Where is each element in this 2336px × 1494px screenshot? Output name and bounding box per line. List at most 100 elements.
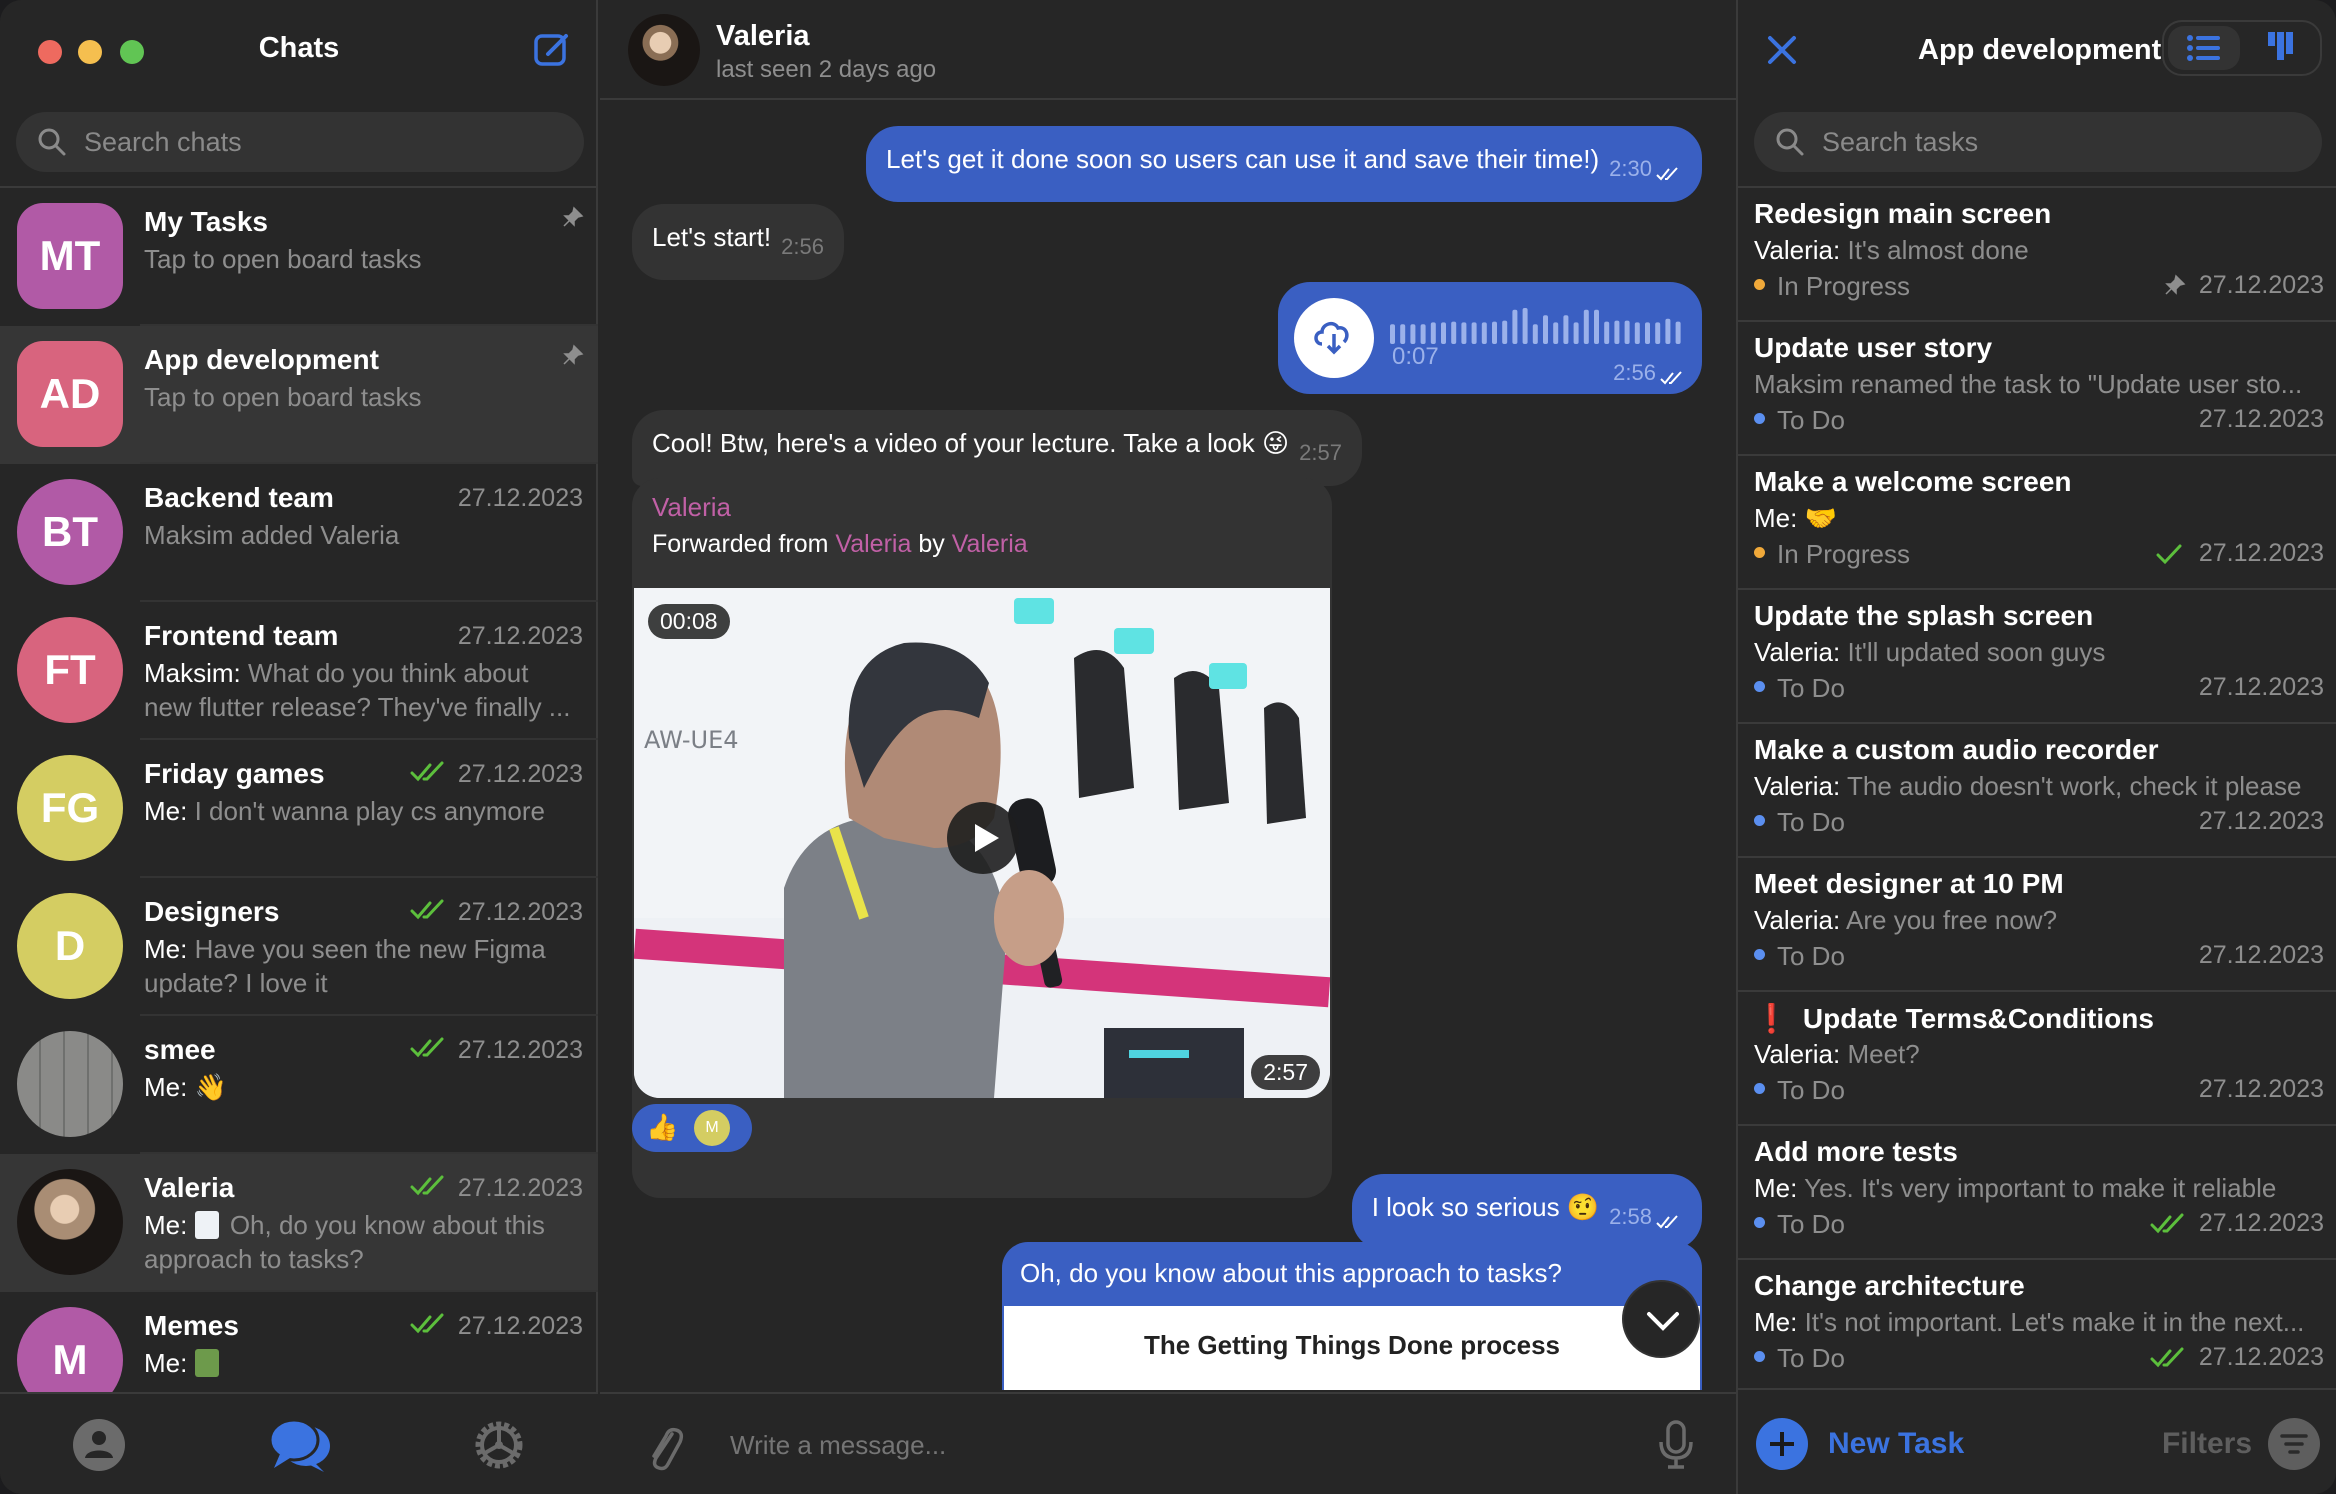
waveform-bar [1481,322,1487,344]
task-title-text: Update the splash screen [1754,600,2094,631]
message-outgoing[interactable]: Let's get it done soon so users can use … [866,126,1702,202]
task-message-sender: Valeria: [1754,905,1841,935]
plus-icon [1756,1418,1808,1470]
task-item[interactable]: Redesign main screen Valeria: It's almos… [1738,188,2336,322]
preview-sender: Me: [144,934,188,964]
chat-list-item[interactable]: D Designers 27.12.2023 Me: Have you seen… [0,878,598,1016]
reaction-user-avatar: M [694,1110,730,1146]
message-sender[interactable]: Valeria [652,492,731,523]
chat-list-item[interactable]: Valeria 27.12.2023 Me: Oh, do you know a… [0,1154,598,1292]
contacts-tab-icon[interactable] [70,1416,128,1474]
double-check-icon [1660,371,1682,385]
task-message-sender: Me: [1754,503,1798,533]
search-tasks-input[interactable]: Search tasks [1754,112,2322,172]
chat-list-item[interactable]: BT Backend team 27.12.2023 Maksim added … [0,464,598,602]
waveform-bar [1522,308,1528,344]
search-tasks-placeholder: Search tasks [1822,127,1979,157]
message-outgoing[interactable]: I look so serious 🤨 2:58 [1351,1174,1702,1250]
waveform-bar [1451,321,1457,344]
message-input[interactable] [730,1422,1590,1468]
list-view-button[interactable] [2168,26,2240,70]
filters-button[interactable]: Filters [2162,1418,2320,1470]
message-time: 2:30 [1609,156,1652,181]
cloud-download-icon [1314,321,1349,355]
preview-sender: Me: [144,1072,188,1102]
conversation-header[interactable]: Valeria last seen 2 days ago [600,0,1736,100]
chat-list-item[interactable]: M Memes 27.12.2023 Me: [0,1292,598,1392]
task-status-label: To Do [1777,405,1845,435]
task-date: 27.12.2023 [2198,673,2324,701]
video-player[interactable]: AW-UE4 00:08 2:57 [634,588,1330,1098]
task-item[interactable]: Update user story Maksim renamed the tas… [1738,322,2336,456]
task-status: In Progress [1754,539,1910,570]
task-item[interactable]: Make a custom audio recorder Valeria: Th… [1738,724,2336,858]
chat-avatar [17,1031,123,1137]
preview-sender: Me: [144,1210,188,1240]
chat-name: Designers [144,896,280,927]
chat-list-item[interactable]: MT My Tasks Tap to open board tasks [0,188,598,326]
chat-date: 27.12.2023 [457,1036,583,1064]
video-elapsed: 00:08 [648,604,730,639]
reaction-chip[interactable]: 👍 M [632,1104,752,1152]
message-time: 2:57 [1251,1055,1320,1090]
chats-tab-icon[interactable] [268,1416,334,1474]
chat-list-item[interactable]: FG Friday games 27.12.2023 Me: I don't w… [0,740,598,878]
forwarded-by-link[interactable]: Valeria [952,530,1028,558]
scroll-to-bottom-button[interactable] [1622,1280,1700,1358]
chat-list-item[interactable]: smee 27.12.2023 Me: 👋 [0,1016,598,1154]
chat-avatar [17,1169,123,1275]
task-message-sender: Valeria: [1754,1039,1841,1069]
message-text: I look so serious 🤨 [1371,1192,1600,1222]
task-title-text: Change architecture [1754,1270,2025,1301]
chat-name: Valeria [144,1172,235,1203]
chat-preview: Me: Have you seen the new Figma update? … [144,932,574,1000]
task-title: Update the splash screen [1754,600,2093,632]
waveform-bar [1543,315,1548,344]
task-item[interactable]: Add more tests Me: Yes. It's very import… [1738,1126,2336,1260]
play-button[interactable] [947,802,1019,874]
contact-avatar[interactable] [628,14,700,86]
close-icon[interactable] [1762,30,1802,70]
chat-date: 27.12.2023 [457,760,583,788]
search-chats-input[interactable]: Search chats [16,112,584,172]
task-title: ❗ Update Terms&Conditions [1754,1002,2154,1035]
settings-tab-icon[interactable] [470,1416,528,1474]
task-item[interactable]: ❗ Update Terms&Conditions Valeria: Meet? … [1738,992,2336,1126]
chat-date: 27.12.2023 [457,622,583,650]
chat-name: Frontend team [144,620,339,651]
microphone-icon[interactable] [1656,1418,1696,1472]
preview-text: Tap to open board tasks [144,382,422,412]
link-preview-message[interactable]: Oh, do you know about this approach to t… [1002,1242,1702,1390]
voice-waveform[interactable] [1390,304,1690,344]
forwarded-prefix: Forwarded from [652,530,829,558]
attach-icon[interactable] [642,1422,686,1472]
task-title-text: Add more tests [1754,1136,1958,1167]
waveform-bar [1655,322,1661,344]
forwarded-video-message[interactable]: Valeria Forwarded from Valeria by Valeri… [632,478,1332,1198]
chat-avatar: FT [17,617,123,723]
chat-list-item[interactable]: FT Frontend team 27.12.2023 Maksim: What… [0,602,598,740]
task-status: To Do [1754,1075,1845,1106]
message-incoming[interactable]: Let's start! 2:56 [632,204,844,280]
compose-icon[interactable] [532,30,572,70]
voice-message[interactable]: 0:07 2:56 [1278,282,1702,394]
new-task-button[interactable]: New Task [1756,1418,1964,1470]
status-dot [1754,815,1765,826]
task-item[interactable]: Change architecture Me: It's not importa… [1738,1260,2336,1388]
board-view-button[interactable] [2244,26,2316,70]
task-status: To Do [1754,405,1845,436]
waveform-bar [1675,321,1681,344]
task-item[interactable]: Meet designer at 10 PM Valeria: Are you … [1738,858,2336,992]
task-item[interactable]: Make a welcome screen Me: 🤝 In Progress … [1738,456,2336,590]
waveform-bar [1604,321,1610,344]
chat-list-item[interactable]: AD App development Tap to open board tas… [0,326,598,464]
download-voice-button[interactable] [1294,298,1374,378]
forwarded-by-word: by [918,530,945,558]
message-incoming[interactable]: Cool! Btw, here's a video of your lectur… [632,410,1362,486]
task-item[interactable]: Update the splash screen Valeria: It'll … [1738,590,2336,724]
link-preview-card[interactable]: The Getting Things Done process [1004,1306,1700,1390]
task-title: Add more tests [1754,1136,1958,1168]
forwarded-from-link[interactable]: Valeria [835,530,911,558]
message-time: 2:57 [1299,440,1342,465]
image-thumbnail [194,1211,219,1239]
